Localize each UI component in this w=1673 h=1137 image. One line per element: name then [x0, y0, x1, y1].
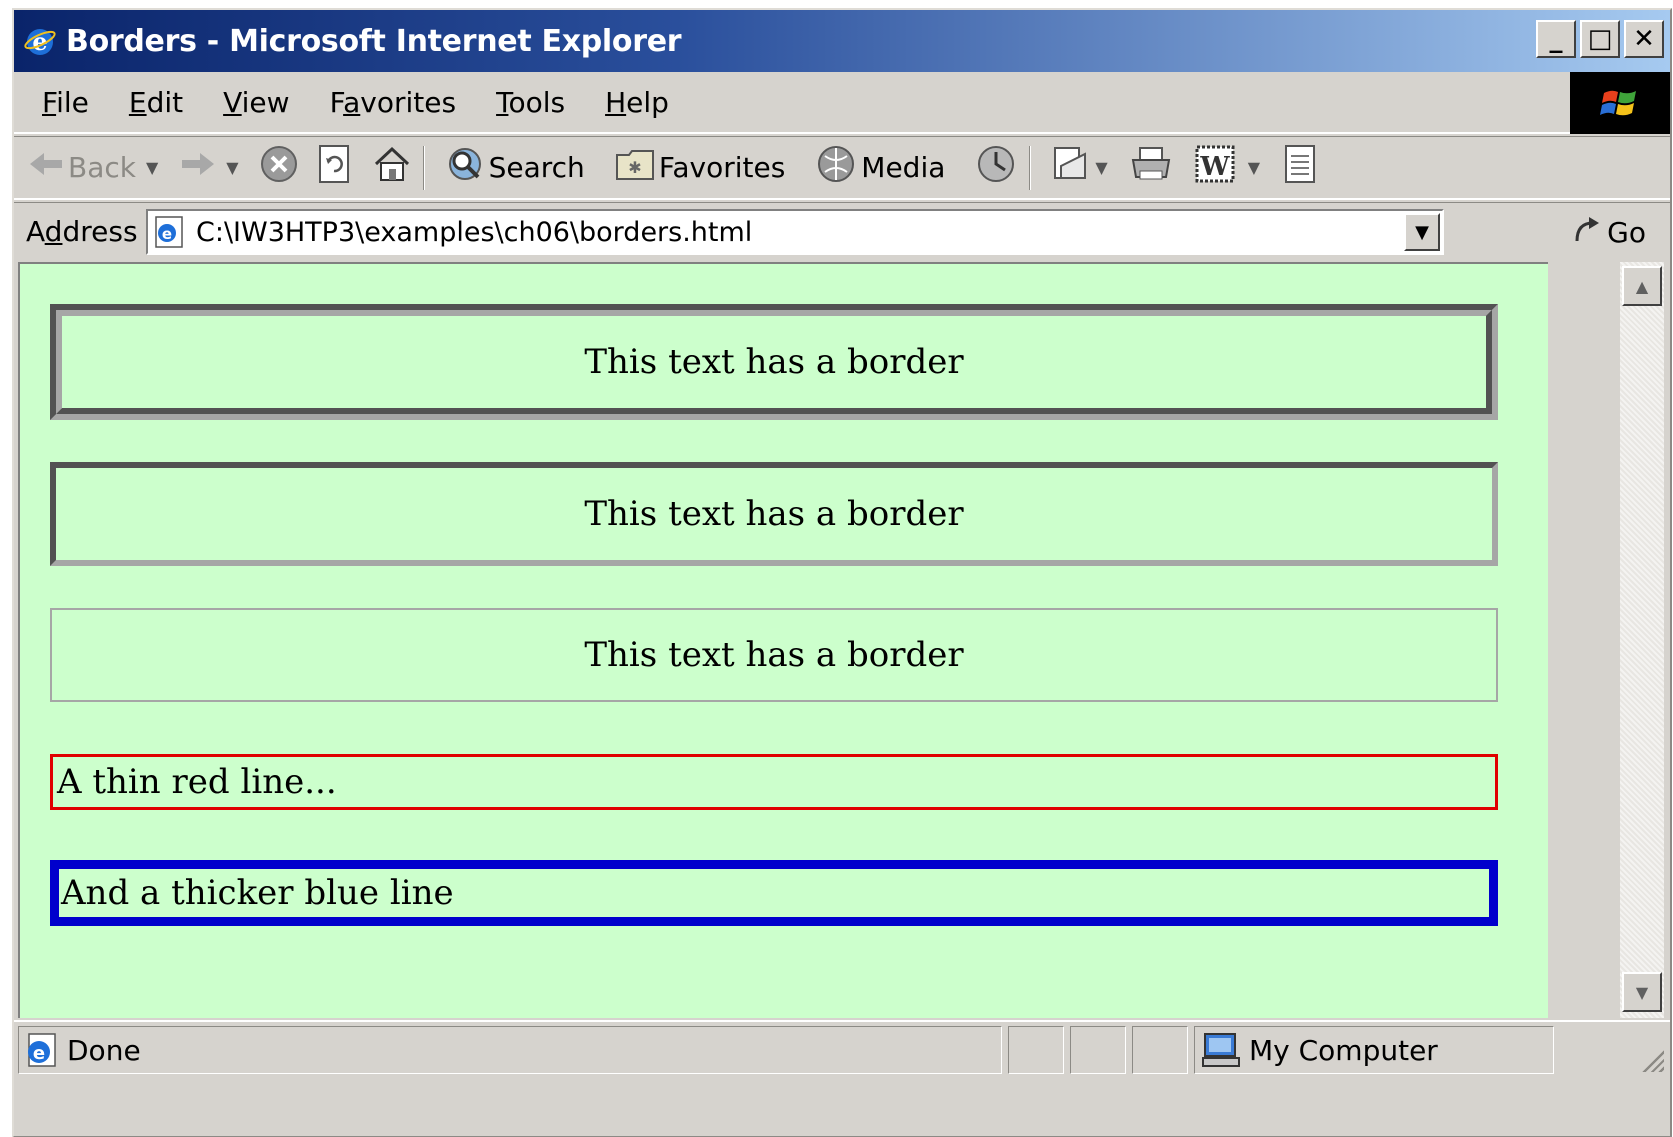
- status-pane: [1008, 1026, 1064, 1074]
- forward-arrow-icon: [180, 150, 216, 185]
- favorites-folder-icon: ✱: [615, 147, 655, 188]
- menu-bar: File Edit View Favorites Tools Help: [14, 72, 1670, 134]
- svg-text:e: e: [32, 27, 47, 56]
- ie-logo-icon: e: [22, 23, 58, 59]
- close-button[interactable]: ✕: [1624, 20, 1664, 58]
- address-dropdown-button[interactable]: ▼: [1404, 213, 1440, 251]
- red-line-box: A thin red line...: [50, 754, 1498, 810]
- go-arrow-icon: [1571, 213, 1603, 252]
- search-button[interactable]: Search: [445, 144, 585, 191]
- vertical-scrollbar[interactable]: ▲ ▼: [1620, 262, 1664, 1018]
- window-title: Borders - Microsoft Internet Explorer: [66, 23, 682, 59]
- close-icon: ✕: [1633, 24, 1655, 54]
- status-main-pane: e Done: [18, 1026, 1002, 1074]
- address-label: Address: [26, 215, 138, 248]
- thin-border-box: This text has a border: [50, 608, 1498, 702]
- my-computer-icon: [1201, 1032, 1241, 1068]
- scroll-up-icon: ▲: [1635, 276, 1649, 296]
- svg-text:✱: ✱: [628, 158, 641, 177]
- print-button[interactable]: [1130, 145, 1172, 190]
- menu-file[interactable]: File: [42, 86, 89, 119]
- media-button[interactable]: Media: [815, 144, 945, 191]
- browser-window: e Borders - Microsoft Internet Explorer …: [12, 8, 1672, 1137]
- media-icon: [815, 144, 857, 191]
- mail-icon: [1051, 144, 1093, 191]
- scroll-down-button[interactable]: ▼: [1622, 972, 1662, 1012]
- word-icon: W: [1194, 144, 1236, 191]
- scroll-down-icon: ▼: [1635, 982, 1649, 1002]
- svg-text:e: e: [162, 225, 172, 243]
- menu-favorites[interactable]: Favorites: [330, 86, 457, 119]
- status-text: Done: [67, 1033, 141, 1067]
- stop-button[interactable]: [259, 144, 299, 191]
- address-input[interactable]: e C:\IW3HTP3\examples\ch06\borders.html …: [146, 209, 1444, 255]
- resize-grip-icon[interactable]: [1640, 1048, 1664, 1072]
- address-bar: Address e C:\IW3HTP3\examples\ch06\borde…: [14, 202, 1670, 260]
- mail-button[interactable]: ▼: [1051, 144, 1108, 191]
- standard-toolbar: Back ▼ ▼ Search ✱ Favorites Media ▼ W ▼: [14, 136, 1670, 200]
- forward-button[interactable]: ▼: [180, 150, 239, 185]
- chevron-down-icon: ▼: [1415, 221, 1429, 243]
- maximize-icon: □: [1587, 24, 1613, 54]
- minimize-button[interactable]: _: [1536, 20, 1576, 58]
- menu-help[interactable]: Help: [605, 86, 669, 119]
- status-pane: [1132, 1026, 1188, 1074]
- page-icon: e: [152, 215, 186, 249]
- history-button[interactable]: [975, 144, 1017, 191]
- minimize-icon: _: [1549, 24, 1563, 54]
- blue-line-box: And a thicker blue line: [50, 860, 1498, 926]
- svg-text:W: W: [1199, 152, 1230, 182]
- menu-view[interactable]: View: [223, 86, 289, 119]
- edit-dropdown-icon[interactable]: ▼: [1248, 158, 1260, 177]
- refresh-button[interactable]: [317, 144, 351, 191]
- mail-dropdown-icon[interactable]: ▼: [1095, 158, 1107, 177]
- inset-border-box: This text has a border: [50, 462, 1498, 566]
- title-bar[interactable]: e Borders - Microsoft Internet Explorer …: [14, 10, 1670, 72]
- document-icon: [1282, 144, 1318, 191]
- back-button[interactable]: Back ▼: [28, 150, 158, 185]
- status-bar: e Done My Computer: [14, 1020, 1670, 1078]
- svg-text:e: e: [33, 1043, 45, 1064]
- printer-icon: [1130, 145, 1172, 190]
- back-dropdown-icon[interactable]: ▼: [146, 158, 158, 177]
- forward-dropdown-icon[interactable]: ▼: [226, 158, 238, 177]
- ie-page-icon: e: [23, 1032, 59, 1068]
- home-button[interactable]: [373, 145, 411, 190]
- page-content: This text has a border This text has a b…: [18, 262, 1548, 1018]
- address-url: C:\IW3HTP3\examples\ch06\borders.html: [196, 216, 753, 248]
- zone-pane: My Computer: [1194, 1026, 1554, 1074]
- home-icon: [373, 145, 411, 190]
- edit-word-button[interactable]: W ▼: [1194, 144, 1260, 191]
- back-arrow-icon: [28, 150, 64, 185]
- zone-text: My Computer: [1249, 1033, 1438, 1067]
- maximize-button[interactable]: □: [1580, 20, 1620, 58]
- toolbar-separator: [1029, 145, 1032, 190]
- menu-tools[interactable]: Tools: [496, 86, 565, 119]
- discuss-button[interactable]: [1282, 144, 1318, 191]
- search-icon: [445, 144, 485, 191]
- stop-icon: [259, 144, 299, 191]
- windows-logo-icon: [1570, 72, 1670, 134]
- favorites-button[interactable]: ✱ Favorites: [615, 147, 785, 188]
- status-pane: [1070, 1026, 1126, 1074]
- menu-edit[interactable]: Edit: [129, 86, 183, 119]
- toolbar-separator: [422, 145, 425, 190]
- groove-border-box: This text has a border: [50, 304, 1498, 420]
- scroll-up-button[interactable]: ▲: [1622, 266, 1662, 306]
- go-button[interactable]: Go: [1571, 213, 1646, 252]
- history-icon: [975, 144, 1017, 191]
- refresh-icon: [317, 144, 351, 191]
